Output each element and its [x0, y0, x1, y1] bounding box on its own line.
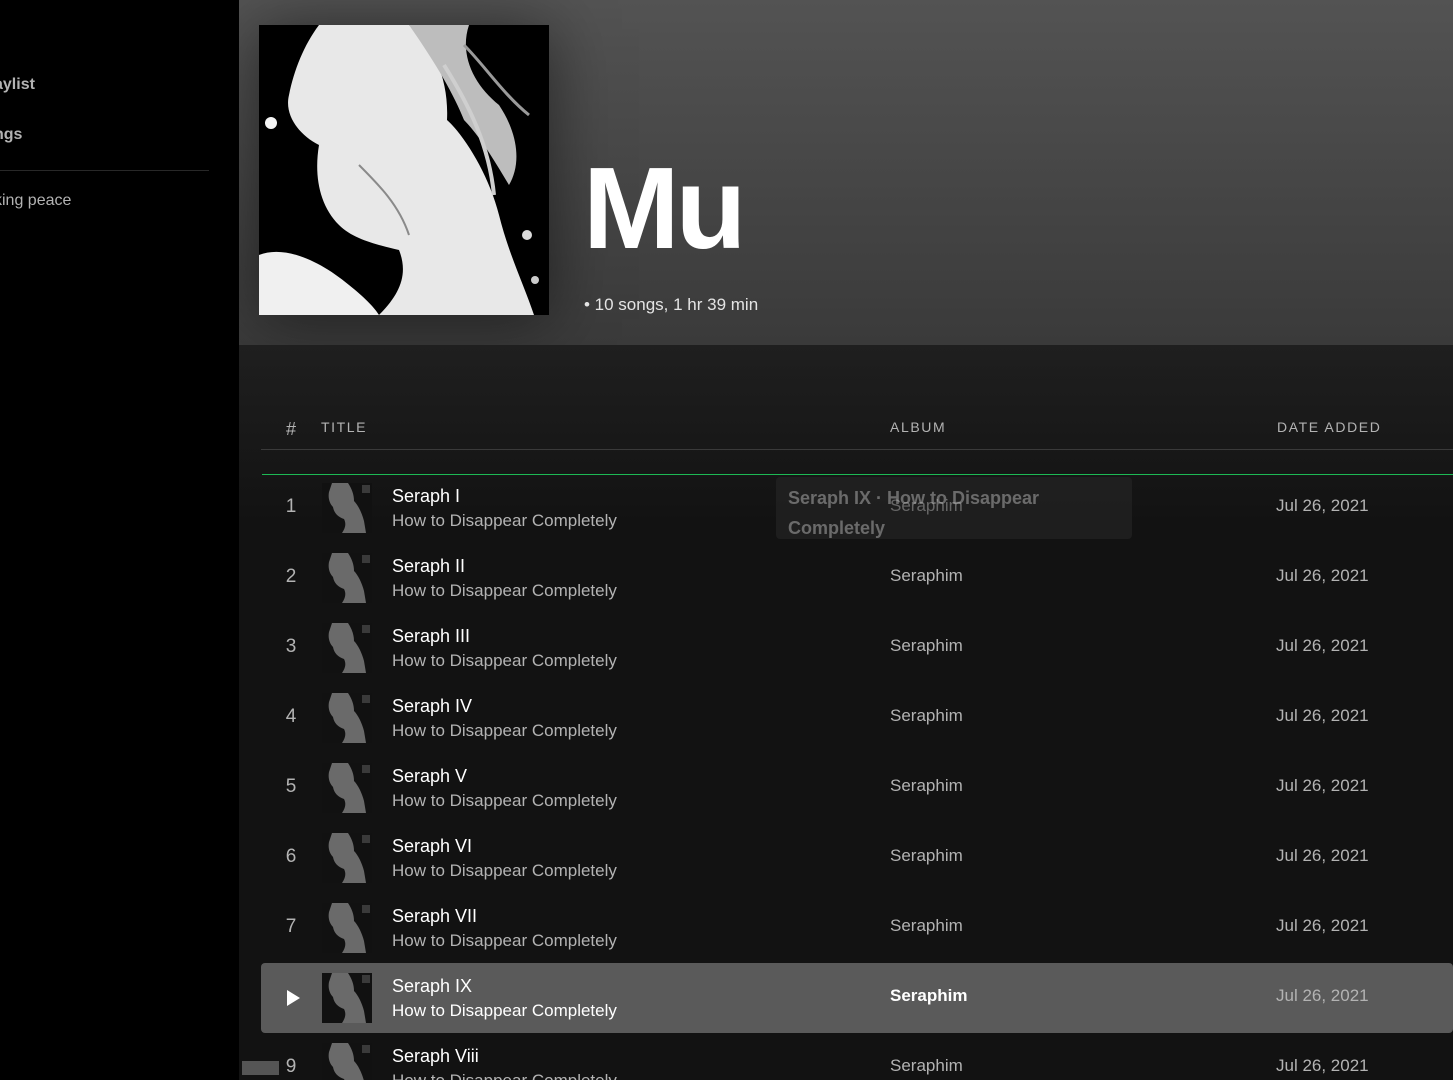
sidebar-divider — [0, 170, 209, 171]
track-row[interactable]: 6 Seraph VI How to Disappear Completely … — [261, 823, 1453, 893]
track-date-added: Jul 26, 2021 — [1276, 846, 1369, 865]
track-thumbnail — [322, 553, 372, 603]
album-art-icon — [322, 1043, 372, 1080]
track-number: 2 — [285, 566, 297, 587]
track-number: 7 — [285, 916, 297, 937]
track-row[interactable]: 2 Seraph II How to Disappear Completely … — [261, 543, 1453, 613]
track-artist[interactable]: How to Disappear Completely — [392, 1001, 617, 1021]
track-album[interactable]: Seraphim — [890, 706, 963, 726]
track-row-selected[interactable]: Seraph IX How to Disappear Completely Se… — [261, 963, 1453, 1033]
track-number: 6 — [285, 846, 297, 867]
track-title[interactable]: Seraph IX — [392, 976, 472, 997]
sidebar: aylist ngs king peace — [0, 0, 239, 1080]
main-view: Mu • 10 songs, 1 hr 39 min # TITLE ALBUM… — [239, 0, 1453, 1080]
track-thumbnail — [322, 623, 372, 673]
track-album[interactable]: Seraphim — [890, 636, 963, 656]
track-artist[interactable]: How to Disappear Completely — [392, 861, 617, 881]
track-title[interactable]: Seraph I — [392, 486, 460, 507]
track-date-added: Jul 26, 2021 — [1276, 776, 1369, 795]
track-artist[interactable]: How to Disappear Completely — [392, 931, 617, 951]
track-album[interactable]: Seraphim — [890, 916, 963, 936]
track-number: 9 — [285, 1056, 297, 1077]
track-artist[interactable]: How to Disappear Completely — [392, 651, 617, 671]
playlist-cover-image[interactable] — [259, 25, 549, 315]
track-date-added: Jul 26, 2021 — [1276, 916, 1369, 935]
cover-art-icon — [259, 25, 549, 315]
track-artist[interactable]: How to Disappear Completely — [392, 791, 617, 811]
track-album[interactable]: Seraphim — [890, 776, 963, 796]
album-art-icon — [322, 693, 372, 743]
track-number: 5 — [285, 776, 297, 797]
play-icon[interactable] — [287, 990, 300, 1006]
track-row[interactable]: 4 Seraph IV How to Disappear Completely … — [261, 683, 1453, 753]
track-artist[interactable]: How to Disappear Completely — [392, 721, 617, 741]
track-thumbnail — [322, 903, 372, 953]
app-window: aylist ngs king peace Mu — [0, 0, 1453, 1080]
track-thumbnail — [322, 1043, 372, 1080]
track-title[interactable]: Seraph Viii — [392, 1046, 479, 1067]
track-album[interactable]: Seraphim — [890, 846, 963, 866]
track-artist[interactable]: How to Disappear Completely — [392, 511, 617, 531]
album-art-icon — [322, 483, 372, 533]
album-art-icon — [322, 763, 372, 813]
column-title[interactable]: TITLE — [321, 419, 367, 435]
track-row[interactable]: 9 Seraph Viii How to Disappear Completel… — [261, 1033, 1453, 1080]
track-artist[interactable]: How to Disappear Completely — [392, 581, 617, 601]
track-title[interactable]: Seraph V — [392, 766, 467, 787]
playlist-header: Mu • 10 songs, 1 hr 39 min — [239, 0, 1453, 345]
sidebar-playlist-item[interactable]: king peace — [0, 192, 71, 210]
album-art-icon — [322, 553, 372, 603]
album-art-icon — [322, 623, 372, 673]
track-date-added: Jul 26, 2021 — [1276, 566, 1369, 585]
track-title[interactable]: Seraph VI — [392, 836, 472, 857]
track-date-added: Jul 26, 2021 — [1276, 1056, 1369, 1075]
track-number: 1 — [285, 496, 297, 517]
track-thumbnail — [322, 483, 372, 533]
track-title[interactable]: Seraph II — [392, 556, 465, 577]
sidebar-item-liked-songs[interactable]: ngs — [0, 126, 22, 144]
column-album[interactable]: ALBUM — [890, 419, 946, 435]
track-row[interactable]: 7 Seraph VII How to Disappear Completely… — [261, 893, 1453, 963]
track-title[interactable]: Seraph VII — [392, 906, 477, 927]
album-art-icon — [322, 903, 372, 953]
track-date-added: Jul 26, 2021 — [1276, 706, 1369, 725]
page-title: Mu — [583, 143, 746, 273]
track-album[interactable]: Seraphim — [890, 496, 963, 516]
scroll-indicator[interactable] — [242, 1061, 279, 1075]
track-thumbnail — [322, 973, 372, 1023]
track-date-added: Jul 26, 2021 — [1276, 496, 1369, 515]
track-album[interactable]: Seraphim — [890, 986, 967, 1006]
column-date-added[interactable]: DATE ADDED — [1277, 419, 1381, 435]
track-thumbnail — [322, 693, 372, 743]
track-date-added: Jul 26, 2021 — [1276, 636, 1369, 655]
track-row[interactable]: 1 Seraph I How to Disappear Completely S… — [261, 473, 1453, 543]
track-number: 4 — [285, 706, 297, 727]
track-thumbnail — [322, 763, 372, 813]
track-album[interactable]: Seraphim — [890, 566, 963, 586]
track-title[interactable]: Seraph III — [392, 626, 470, 647]
track-date-added: Jul 26, 2021 — [1276, 986, 1369, 1005]
album-art-icon — [322, 973, 372, 1023]
column-number: # — [286, 419, 297, 439]
track-album[interactable]: Seraphim — [890, 1056, 963, 1076]
track-number: 3 — [285, 636, 297, 657]
track-artist[interactable]: How to Disappear Completely — [392, 1071, 617, 1080]
track-thumbnail — [322, 833, 372, 883]
track-row[interactable]: 5 Seraph V How to Disappear Completely S… — [261, 753, 1453, 823]
album-art-icon — [322, 833, 372, 883]
track-row[interactable]: 3 Seraph III How to Disappear Completely… — [261, 613, 1453, 683]
tracklist-header: # TITLE ALBUM DATE ADDED — [261, 412, 1453, 450]
sidebar-item-create-playlist[interactable]: aylist — [0, 76, 35, 94]
playlist-meta: • 10 songs, 1 hr 39 min — [584, 295, 759, 314]
track-title[interactable]: Seraph IV — [392, 696, 472, 717]
